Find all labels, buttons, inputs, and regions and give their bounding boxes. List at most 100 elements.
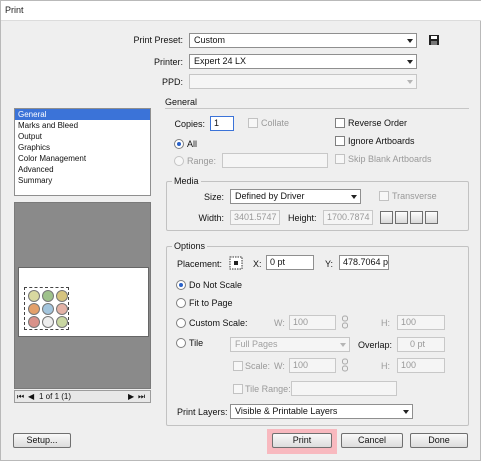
tile-scale-h-label: H: (381, 361, 390, 371)
ignore-artboards-checkbox[interactable] (335, 136, 345, 146)
print-button[interactable]: Print (272, 433, 332, 448)
overlap-label: Overlap: (358, 340, 393, 350)
custom-scale-h-label: H: (381, 318, 390, 328)
cancel-button[interactable]: Cancel (341, 433, 403, 448)
print-layers-dropdown[interactable]: Visible & Printable Layers (230, 404, 413, 419)
artwork-circle (42, 303, 54, 315)
tile-range-label: Tile Range: (245, 384, 291, 394)
chevron-down-icon (340, 343, 346, 347)
chevron-down-icon (407, 39, 413, 43)
done-button[interactable]: Done (410, 433, 468, 448)
category-item-advanced[interactable]: Advanced (15, 164, 150, 175)
print-preset-value: Custom (194, 35, 226, 45)
all-radio[interactable] (174, 139, 184, 149)
custom-scale-w-input[interactable]: 100 (289, 315, 336, 330)
height-input[interactable]: 1700.7874 (323, 210, 373, 225)
copies-input[interactable]: 1 (210, 116, 234, 131)
range-label: Range: (187, 156, 217, 166)
artwork-circle (28, 316, 40, 328)
category-item-color-management[interactable]: Color Management (15, 153, 150, 164)
options-group (166, 246, 469, 426)
print-preset-label: Print Preset: (133, 35, 183, 45)
tile-scale-h-input[interactable]: 100 (397, 358, 445, 373)
custom-scale-label: Custom Scale: (189, 318, 248, 328)
artwork-circle (42, 316, 54, 328)
category-item-summary[interactable]: Summary (15, 175, 150, 186)
general-divider (165, 108, 469, 109)
category-item-general[interactable]: General (15, 109, 150, 120)
previous-page-icon[interactable]: ◀ (28, 392, 34, 401)
custom-scale-w-label: W: (274, 318, 285, 328)
height-label: Height: (288, 213, 317, 223)
tile-range-input[interactable] (291, 381, 397, 396)
preview-page (18, 267, 149, 337)
width-input[interactable]: 3401.5747 (230, 210, 280, 225)
printer-value: Expert 24 LX (194, 56, 247, 66)
printer-label: Printer: (153, 57, 183, 67)
tile-scale-w-label: W: (274, 361, 285, 371)
transverse-checkbox[interactable] (379, 191, 389, 201)
collate-label: Collate (261, 118, 290, 128)
skip-blank-artboards-checkbox[interactable] (335, 154, 345, 164)
artwork-bounds[interactable] (24, 287, 69, 330)
artwork-circle (56, 316, 68, 328)
page-indicator: 1 of 1 (1) (39, 392, 72, 401)
landscape-flipped-orientation-icon[interactable] (425, 211, 438, 224)
printer-dropdown[interactable]: Expert 24 LX (189, 54, 417, 69)
placement-grid-icon[interactable] (229, 256, 243, 270)
category-item-graphics[interactable]: Graphics (15, 142, 150, 153)
tile-range-checkbox[interactable] (233, 384, 243, 394)
x-label: X: (253, 259, 262, 269)
setup-button[interactable]: Setup... (13, 433, 71, 448)
width-label: Width: (198, 213, 224, 223)
range-radio[interactable] (174, 156, 184, 166)
chevron-down-icon (407, 80, 413, 84)
skip-blank-artboards-label: Skip Blank Artboards (348, 154, 432, 164)
last-page-icon[interactable]: ⏭ (138, 392, 145, 402)
link-icon[interactable] (341, 358, 349, 372)
ppd-dropdown[interactable] (189, 74, 417, 89)
tile-radio[interactable] (176, 338, 186, 348)
x-input[interactable]: 0 pt (266, 255, 314, 270)
portrait-orientation-icon[interactable] (380, 211, 393, 224)
y-input[interactable]: 478.7064 p (339, 255, 389, 270)
do-not-scale-radio[interactable] (176, 280, 186, 290)
tile-mode-dropdown[interactable]: Full Pages (230, 337, 350, 352)
tile-label: Tile (189, 338, 204, 348)
overlap-input[interactable]: 0 pt (397, 337, 445, 352)
fit-to-page-label: Fit to Page (189, 298, 233, 308)
artwork-circle (28, 290, 40, 302)
category-item-marks-and-bleed[interactable]: Marks and Bleed (15, 120, 150, 131)
artwork-circle (56, 303, 68, 315)
collate-checkbox[interactable] (248, 118, 258, 128)
print-preset-dropdown[interactable]: Custom (189, 33, 417, 48)
custom-scale-h-input[interactable]: 100 (397, 315, 445, 330)
artwork-circle (56, 290, 68, 302)
landscape-orientation-icon[interactable] (395, 211, 408, 224)
link-icon[interactable] (341, 315, 349, 329)
tile-scale-checkbox[interactable] (233, 361, 243, 371)
category-item-output[interactable]: Output (15, 131, 150, 142)
category-list[interactable]: General Marks and Bleed Output Graphics … (14, 108, 151, 196)
ignore-artboards-label: Ignore Artboards (348, 136, 415, 146)
title-bar: Print (1, 1, 481, 21)
save-preset-icon[interactable] (428, 34, 440, 46)
window-title: Print (5, 5, 24, 15)
custom-scale-radio[interactable] (176, 318, 186, 328)
tile-scale-label: Scale: (245, 361, 271, 371)
media-size-value: Defined by Driver (235, 191, 305, 201)
range-input[interactable] (222, 153, 328, 168)
portrait-flipped-orientation-icon[interactable] (410, 211, 423, 224)
print-preview[interactable] (14, 202, 151, 389)
next-page-icon[interactable]: ▶ (128, 392, 134, 401)
tile-scale-w-input[interactable]: 100 (289, 358, 336, 373)
copies-label: Copies: (174, 119, 205, 129)
chevron-down-icon (407, 60, 413, 64)
chevron-down-icon (351, 195, 357, 199)
reverse-order-checkbox[interactable] (335, 118, 345, 128)
y-label: Y: (325, 259, 334, 269)
fit-to-page-radio[interactable] (176, 298, 186, 308)
media-size-dropdown[interactable]: Defined by Driver (230, 189, 361, 204)
first-page-icon[interactable]: ⏮ (17, 392, 24, 402)
artwork-circle (28, 303, 40, 315)
